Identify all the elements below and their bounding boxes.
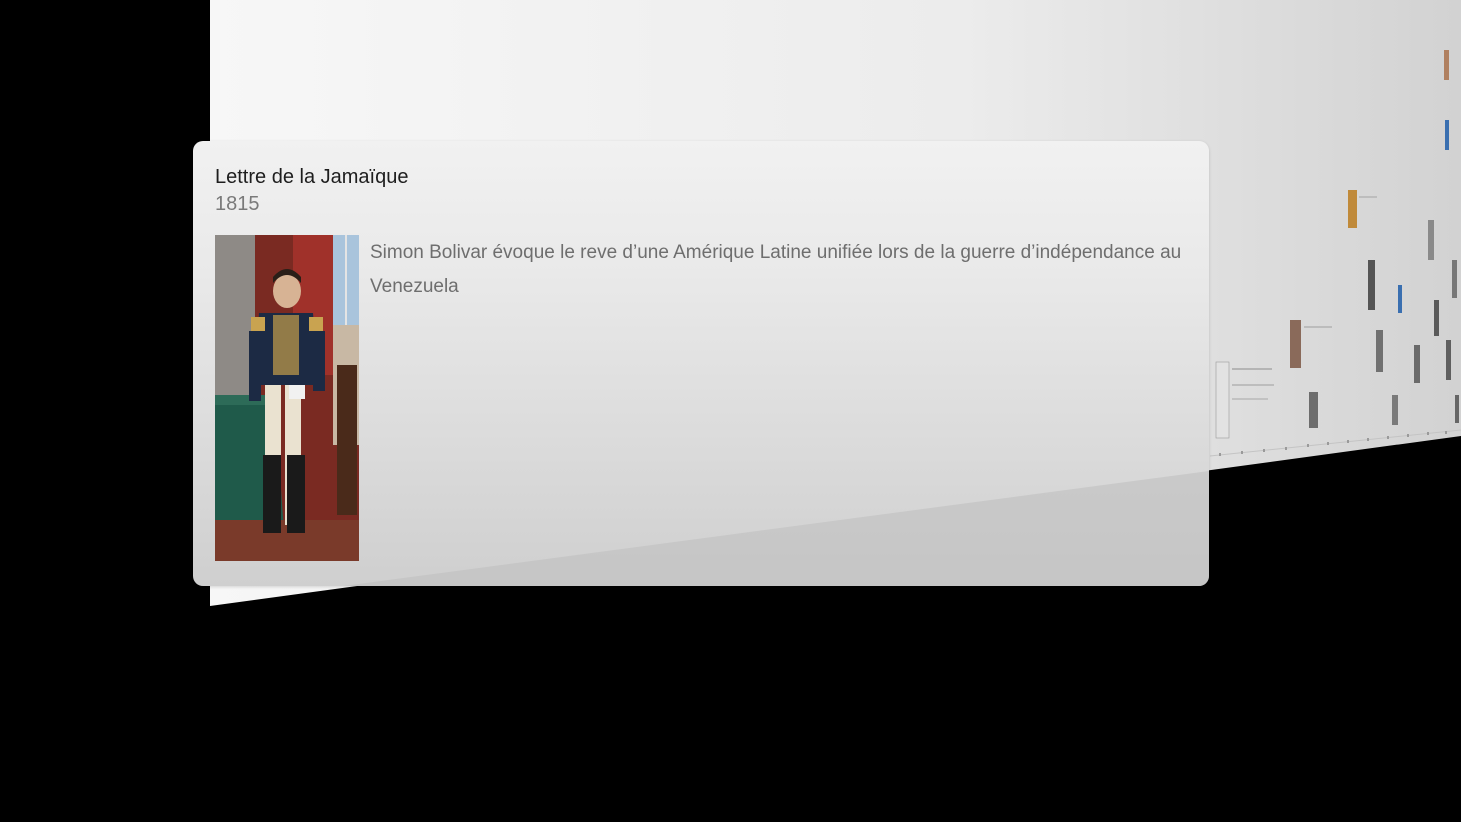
event-description: Simon Bolivar évoque le reve d’une Améri… bbox=[370, 242, 1182, 297]
event-detail-card[interactable]: Lettre de la Jamaïque 1815 Simon Bolivar… bbox=[193, 141, 1209, 586]
event-year: 1815 bbox=[215, 193, 260, 215]
portrait-image[interactable] bbox=[215, 235, 359, 561]
event-title: Lettre de la Jamaïque bbox=[215, 166, 409, 188]
timeline-viewer: Lettre de la Jamaïque 1815 Simon Bolivar… bbox=[0, 0, 1461, 822]
